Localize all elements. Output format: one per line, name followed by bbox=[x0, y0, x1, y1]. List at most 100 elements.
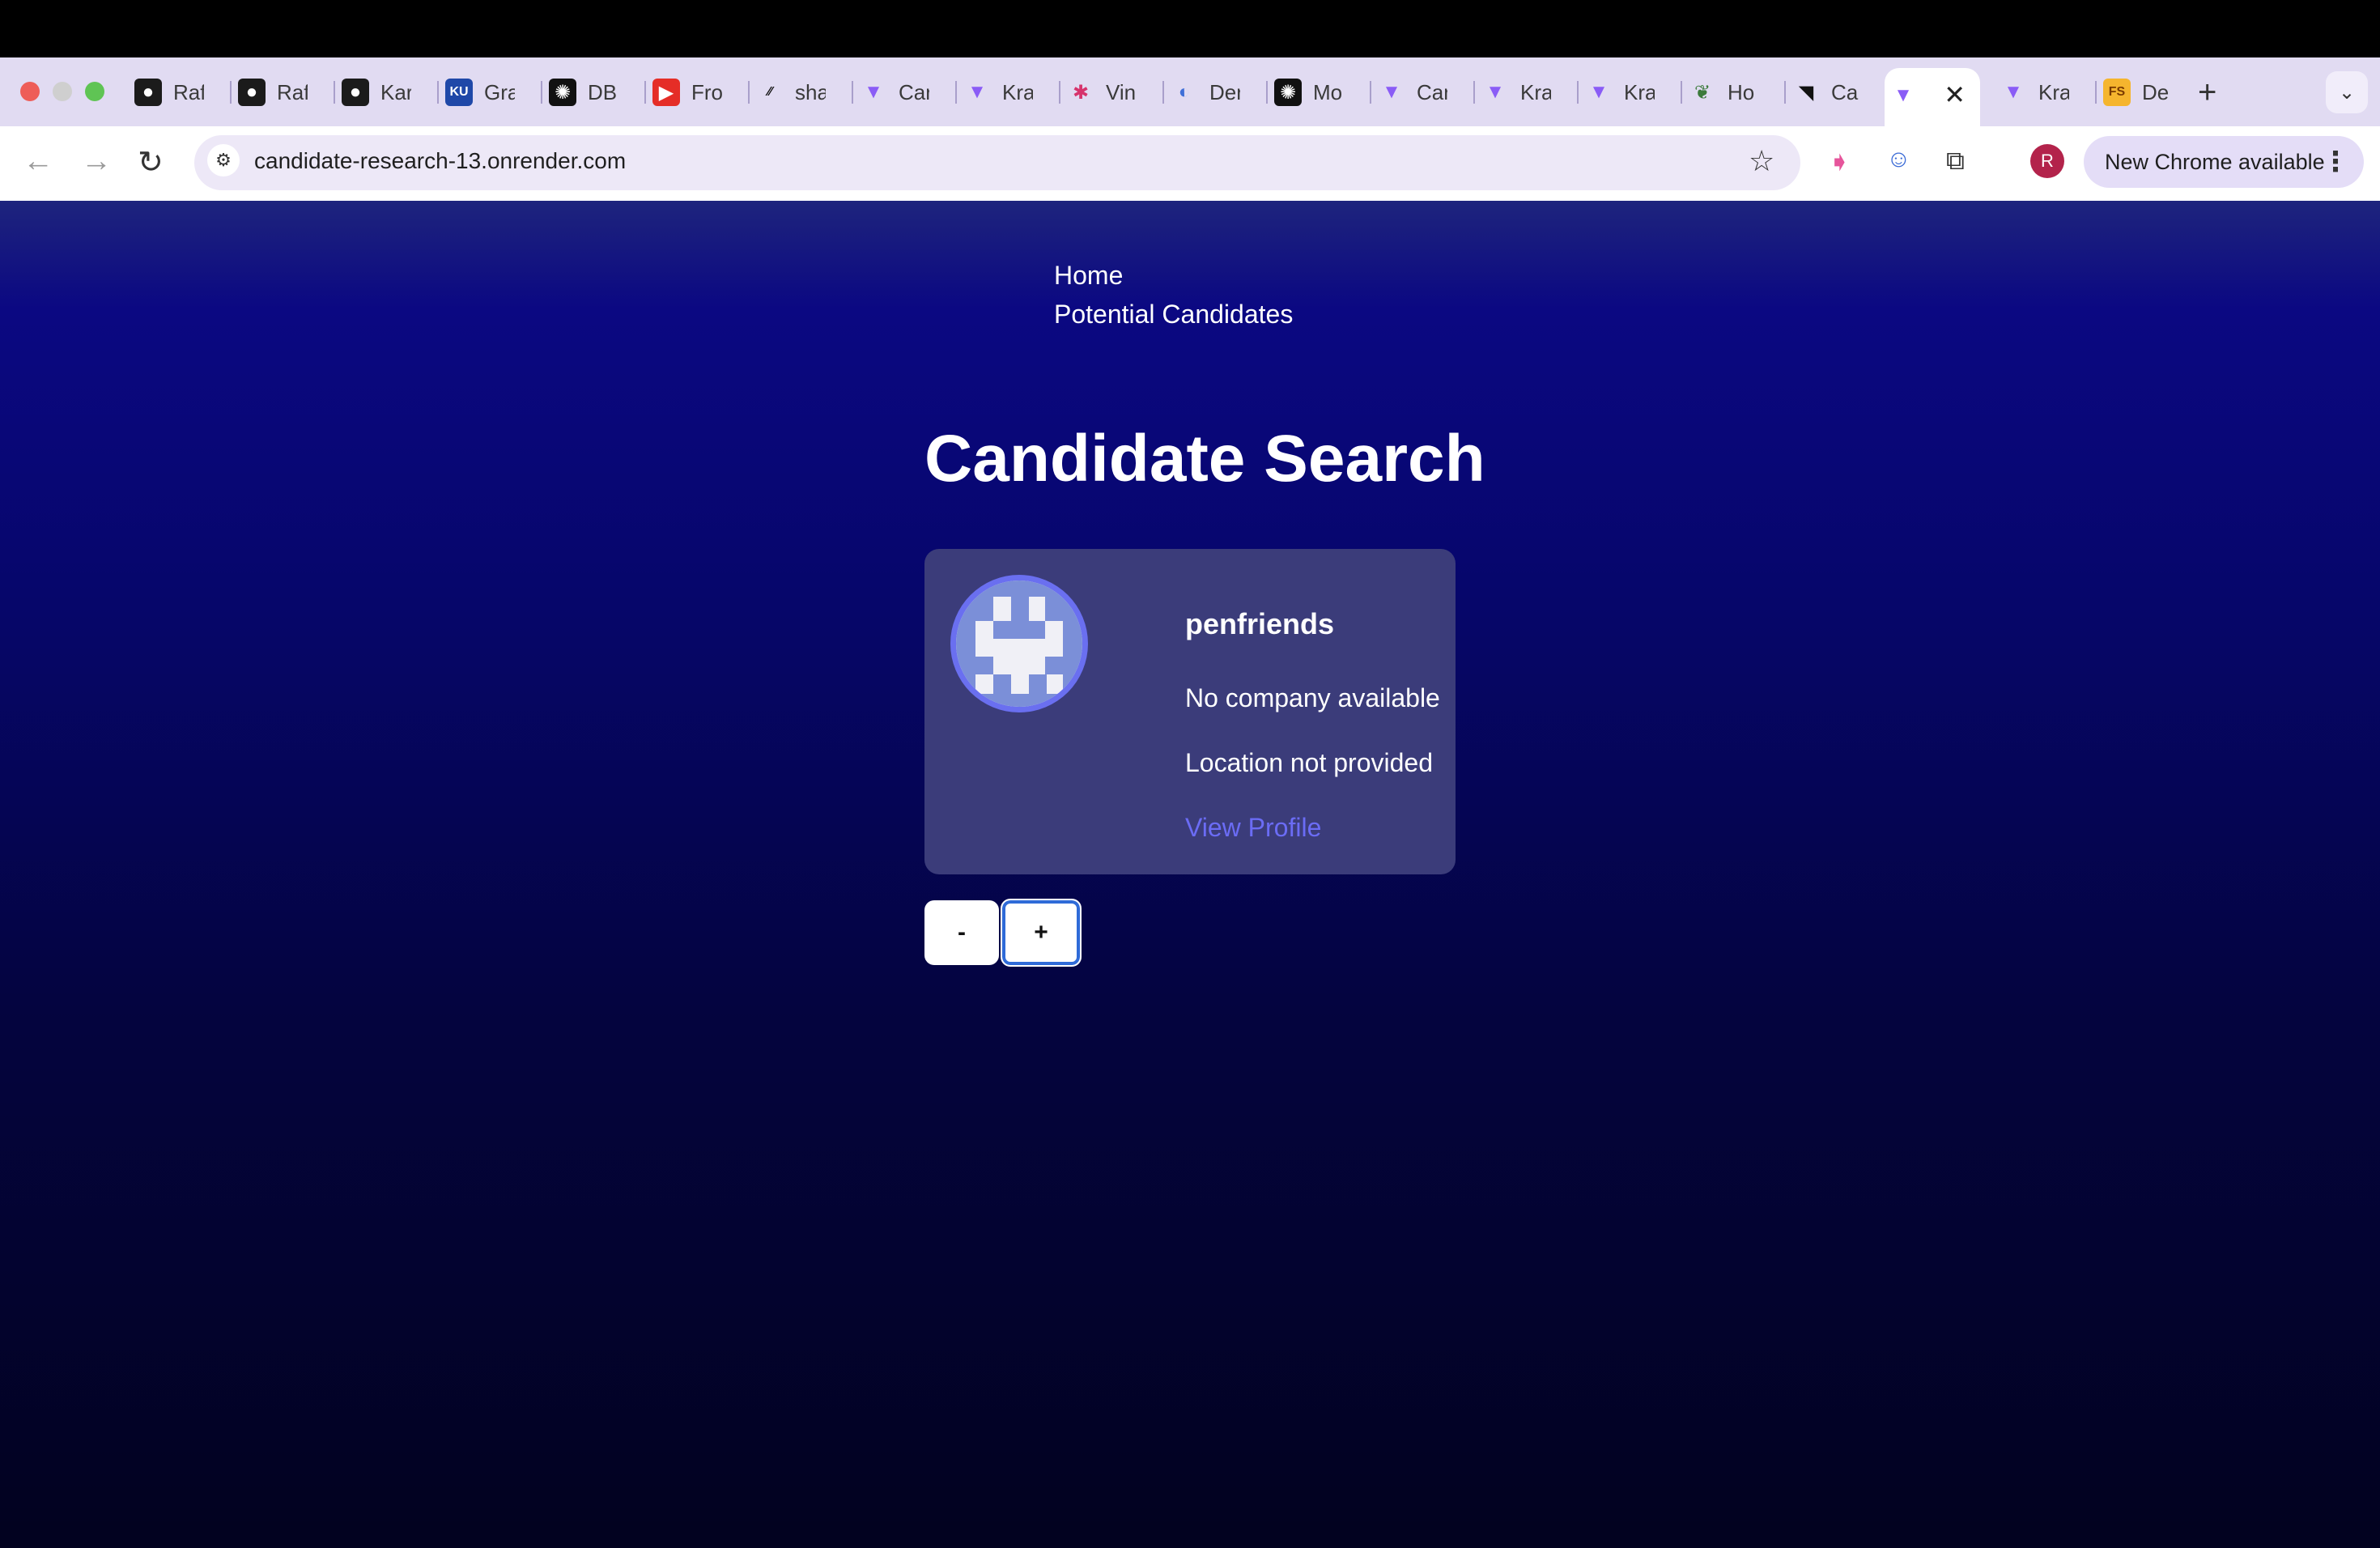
vite-icon: ▼ bbox=[1589, 81, 1609, 103]
browser-tab[interactable]: FS De bbox=[2098, 71, 2195, 113]
new-tab-button[interactable]: + bbox=[2198, 74, 2216, 111]
openai-icon: ✺ bbox=[549, 79, 576, 106]
menu-bar-area bbox=[0, 0, 2380, 57]
browser-tab[interactable]: ✺ DB bbox=[544, 71, 641, 113]
vite-icon: ▼ bbox=[1893, 84, 1913, 106]
chevron-down-icon: ⌄ bbox=[2338, 81, 2356, 104]
github-icon: ● bbox=[134, 79, 162, 106]
tab-title: Fro bbox=[691, 79, 722, 104]
tab-title: Kra bbox=[1624, 79, 1655, 104]
browser-tab[interactable]: KU Gra bbox=[440, 71, 538, 113]
slack-icon: ✱ bbox=[1072, 81, 1090, 104]
more-menu-icon[interactable]: ⋮ bbox=[2322, 146, 2349, 178]
tab-separator bbox=[1681, 81, 1682, 104]
deno-icon: ◐ bbox=[1178, 81, 1191, 103]
nav-potential-candidates-link[interactable]: Potential Candidates bbox=[1054, 295, 1293, 334]
tab-title: Raf bbox=[173, 79, 204, 104]
browser-tab[interactable]: ◐ Der bbox=[1166, 71, 1263, 113]
tab-title: DB bbox=[588, 79, 618, 104]
browser-tab[interactable]: ✱ Vin bbox=[1062, 71, 1159, 113]
browser-tab[interactable]: ▼ Kra bbox=[958, 71, 1056, 113]
render-icon: ◥ bbox=[1798, 81, 1814, 104]
tab-title: Mo bbox=[1313, 79, 1343, 104]
close-window-button[interactable] bbox=[20, 82, 40, 101]
extensions-puzzle-icon[interactable]: ⧉ bbox=[1946, 146, 1965, 176]
vite-icon: ▼ bbox=[864, 81, 883, 103]
tab-title: Der bbox=[1209, 79, 1240, 104]
tab-title: Kra bbox=[1002, 79, 1033, 104]
identicon-image bbox=[956, 580, 1082, 707]
new-chrome-available-button[interactable]: New Chrome available ⋮ bbox=[2084, 136, 2364, 188]
browser-tab[interactable]: ▼ Kra bbox=[1995, 71, 2092, 113]
browser-tab[interactable]: ● Raf bbox=[130, 71, 227, 113]
bookmark-star-icon[interactable]: ☆ bbox=[1749, 144, 1774, 178]
candidate-location: Location not provided bbox=[1185, 748, 1433, 777]
vite-icon: ▼ bbox=[967, 81, 987, 103]
github-icon: ● bbox=[238, 79, 266, 106]
view-profile-link[interactable]: View Profile bbox=[1185, 813, 1321, 843]
browser-window: ● Raf ● Raf ● Kar KU Gra ✺ DB ▶ Fro ⁄⁄ sha ▼ Car ▼ Kra ✱ Vi… bbox=[0, 0, 2380, 1548]
vite-icon: ▼ bbox=[2004, 81, 2023, 103]
tab-separator bbox=[955, 81, 957, 104]
browser-tab[interactable]: ✺ Mo bbox=[1269, 71, 1366, 113]
extension-face-icon[interactable]: ☺ bbox=[1886, 146, 1911, 173]
tab-separator bbox=[541, 81, 542, 104]
tab-separator bbox=[1162, 81, 1164, 104]
tab-search-button[interactable]: ⌄ bbox=[2326, 71, 2368, 113]
tab-separator bbox=[852, 81, 853, 104]
forward-button[interactable]: → bbox=[81, 144, 112, 179]
url-text[interactable]: candidate-research-13.onrender.com bbox=[254, 148, 626, 174]
browser-tab[interactable]: ▶ Fro bbox=[648, 71, 745, 113]
browser-tab[interactable]: ▼ Kra bbox=[1580, 71, 1677, 113]
tab-title: Ho bbox=[1728, 79, 1755, 104]
tab-title: Car bbox=[1417, 79, 1447, 104]
browser-tab[interactable]: ▼ Car bbox=[1373, 71, 1470, 113]
tab-separator bbox=[334, 81, 335, 104]
tab-separator bbox=[748, 81, 750, 104]
tab-title: Ca bbox=[1831, 79, 1859, 104]
page-title: Candidate Search bbox=[924, 422, 1485, 495]
tab-separator bbox=[1577, 81, 1579, 104]
openai-icon: ✺ bbox=[1274, 79, 1302, 106]
reload-button[interactable]: ↻ bbox=[138, 144, 164, 181]
browser-tab[interactable]: ▼ Kra bbox=[1477, 71, 1574, 113]
browser-tab[interactable]: ▼ Car bbox=[855, 71, 952, 113]
tab-title: Gra bbox=[484, 79, 515, 104]
browser-tab[interactable]: ▼ ✕ bbox=[1885, 68, 1980, 126]
reject-candidate-button[interactable]: - bbox=[924, 900, 999, 965]
save-candidate-button[interactable]: + bbox=[1001, 899, 1082, 967]
candidate-company: No company available bbox=[1185, 683, 1440, 712]
tab-title: Kra bbox=[1520, 79, 1551, 104]
site-nav: Home Potential Candidates bbox=[1054, 256, 1293, 334]
tab-separator bbox=[1059, 81, 1060, 104]
tab-title: sha bbox=[795, 79, 826, 104]
browser-tab[interactable]: ● Raf bbox=[233, 71, 330, 113]
maximize-window-button[interactable] bbox=[85, 82, 104, 101]
profile-avatar[interactable]: R bbox=[2030, 144, 2064, 178]
tab-separator bbox=[2095, 81, 2097, 104]
ku-icon: KU bbox=[445, 79, 473, 106]
tab-title: Kra bbox=[2038, 79, 2069, 104]
minimize-window-button[interactable] bbox=[53, 82, 72, 101]
plant-icon: ❦ bbox=[1694, 81, 1711, 104]
tab-separator bbox=[644, 81, 646, 104]
tab-separator bbox=[1266, 81, 1268, 104]
back-button[interactable]: ← bbox=[23, 144, 53, 179]
youtube-icon: ▶ bbox=[652, 79, 680, 106]
browser-tab[interactable]: ❦ Ho bbox=[1684, 71, 1781, 113]
site-info-icon[interactable]: ⚙ bbox=[207, 144, 240, 176]
extension-arrow-icon[interactable]: ➧ bbox=[1828, 146, 1851, 178]
tab-title: Vin bbox=[1106, 79, 1137, 104]
update-label: New Chrome available bbox=[2105, 149, 2325, 174]
browser-tab[interactable]: ● Kar bbox=[337, 71, 434, 113]
page-background bbox=[0, 201, 2380, 1548]
close-tab-icon[interactable]: ✕ bbox=[1944, 79, 1966, 110]
browser-tab[interactable]: ◥ Ca bbox=[1787, 71, 1885, 113]
github-icon: ● bbox=[342, 79, 369, 106]
tab-separator bbox=[437, 81, 439, 104]
browser-tab[interactable]: ⁄⁄ sha bbox=[751, 71, 848, 113]
tab-separator bbox=[1784, 81, 1786, 104]
nav-home-link[interactable]: Home bbox=[1054, 256, 1293, 295]
vite-icon: ▼ bbox=[1382, 81, 1401, 103]
vite-icon: ▼ bbox=[1485, 81, 1505, 103]
